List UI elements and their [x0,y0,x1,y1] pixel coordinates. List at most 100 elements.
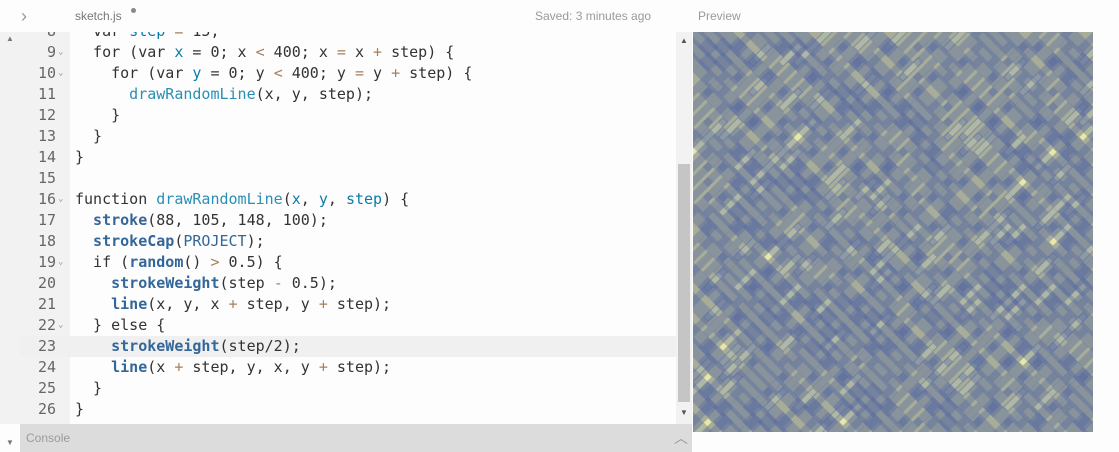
code-line[interactable]: 22 ⌄ } else { [20,315,676,336]
code-line[interactable]: 16 ⌄ function drawRandomLine(x, y, step) { [20,189,676,210]
code-line[interactable]: 8 var step = 15; [20,32,676,42]
code-token: PROJECT [183,232,247,250]
code-token: y [364,64,392,82]
code-token: } [75,106,121,124]
code-text: } [75,126,102,147]
code-token: 0.5) { [219,253,283,271]
code-token: + [373,43,383,61]
pattern-lines [693,32,1093,432]
fold-chevron-icon[interactable]: ⌄ [58,189,63,210]
code-token: strokeWeight [75,274,220,292]
code-line[interactable]: 12 } [20,105,676,126]
code-line[interactable]: 20 strokeWeight(step - 0.5); [20,273,676,294]
code-token: } [75,127,103,145]
line-number: 11 [37,85,56,103]
code-text: var step = 15; [75,32,219,42]
fold-chevron-icon[interactable]: ⌄ [58,42,63,63]
code-line[interactable]: 17 stroke(88, 105, 148, 100); [20,210,676,231]
fold-chevron-icon[interactable]: ⌄ [58,315,63,336]
code-line[interactable]: 9 ⌄ for (var x = 0; x < 400; x = x + step… [20,42,676,63]
code-token: + [228,295,238,313]
line-number: 16 [37,190,56,208]
line-number: 8 [20,32,56,42]
code-token: drawRandomLine [75,85,256,103]
line-number: 14 [37,148,56,166]
code-token: + [318,358,328,376]
unsaved-indicator [131,8,136,13]
line-number: 23 [37,337,56,355]
code-token: = [165,32,192,40]
code-token: ( [282,190,292,208]
code-token: + [318,295,328,313]
preview-canvas[interactable] [693,32,1093,432]
code-line[interactable]: 13 } [20,126,676,147]
code-token: line [75,295,148,313]
chevron-up-icon[interactable]: ︿ [674,428,688,448]
code-text: for (var x = 0; x < 400; x = x + step) { [75,42,454,63]
code-token: (step/2); [219,337,301,355]
pattern-line [967,411,999,432]
line-number: 19 [37,253,56,271]
code-token: 0.5); [282,274,337,292]
scroll-up-arrow-icon[interactable]: ▲ [6,34,14,43]
code-token: step [345,190,383,208]
code-line[interactable]: 26} [20,399,676,420]
code-token: } [75,400,85,418]
code-token: } [75,379,103,397]
code-token: if ( [75,253,130,271]
code-token: strokeWeight [75,337,220,355]
line-number: 21 [37,295,56,313]
code-line[interactable]: 14} [20,147,676,168]
code-token: = 0; x [183,43,256,61]
code-token: step) { [382,43,455,61]
code-token: function [75,190,157,208]
code-text: } [75,147,84,168]
line-number: 17 [37,211,56,229]
line-number: 9 [46,43,56,61]
code-token: , [327,190,346,208]
code-token: drawRandomLine [156,190,283,208]
code-token: + [391,64,401,82]
line-number: 26 [37,400,56,418]
code-editor[interactable]: ▲ 8 var step = 15;9⌄ for (var x = 0; x <… [0,32,692,424]
code-line[interactable]: 18 strokeCap(PROJECT); [20,231,676,252]
fold-chevron-icon[interactable]: ⌄ [58,63,63,84]
code-text: } else { [75,315,165,336]
code-text: for (var y = 0; y < 400; y = y + step) { [75,63,472,84]
line-number: 18 [37,232,56,250]
code-line[interactable]: 23 strokeWeight(step/2); [20,336,676,357]
code-lines[interactable]: 8 var step = 15;9⌄ for (var x = 0; x < 4… [20,32,676,420]
console-label: Console [26,431,71,445]
code-line[interactable]: 10 ⌄ for (var y = 0; y < 400; y = y + ste… [20,63,676,84]
pattern-line [817,411,849,432]
code-line[interactable]: 19 ⌄ if (random() > 0.5) { [20,252,676,273]
editor-left-strip: ▲ [0,32,20,424]
code-token: for (var [75,43,175,61]
code-token: , [300,190,319,208]
scroll-down-arrow-icon[interactable]: ▼ [6,438,14,447]
code-token: step, y, x, y [183,358,319,376]
scroll-up-arrow-icon[interactable]: ▲ [680,36,688,45]
code-token: random [129,253,184,271]
code-token: < [273,64,283,82]
code-token: step [129,32,165,40]
code-text: strokeCap(PROJECT); [75,231,265,252]
scroll-thumb[interactable] [678,164,690,402]
code-token: - [273,274,283,292]
code-line[interactable]: 21 line(x, y, x + step, y + step); [20,294,676,315]
line-number: 22 [37,316,56,334]
editor-scrollbar[interactable]: ▲ ▼ [676,32,692,424]
right-margin [1093,32,1119,452]
code-line[interactable]: 25 } [20,378,676,399]
code-line[interactable]: 15 [20,168,676,189]
chevron-right-icon[interactable]: › [14,6,34,26]
file-name-tab[interactable]: sketch.js [75,9,122,23]
code-token: ) { [382,190,410,208]
console-panel[interactable]: Console ︿ [20,424,692,452]
scroll-down-arrow-icon[interactable]: ▼ [680,408,688,417]
fold-chevron-icon[interactable]: ⌄ [58,252,63,273]
code-token: line [75,358,148,376]
code-line[interactable]: 24 line(x + step, y, x, y + step); [20,357,676,378]
line-number: 20 [37,274,56,292]
code-line[interactable]: 11 drawRandomLine(x, y, step); [20,84,676,105]
